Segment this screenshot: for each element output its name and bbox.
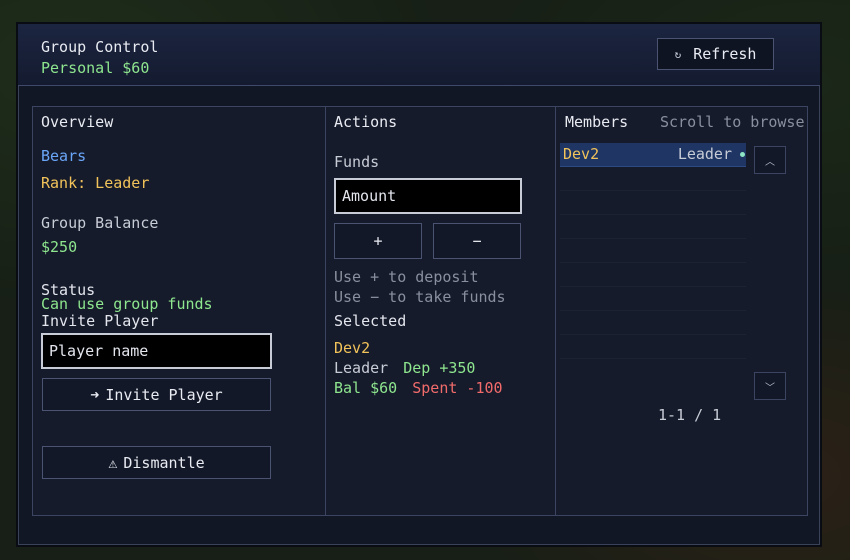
- empty-row: [560, 191, 746, 215]
- group-name: Bears: [41, 147, 87, 165]
- online-indicator-icon: [740, 152, 745, 157]
- empty-row: [560, 263, 746, 287]
- empty-row: [560, 287, 746, 311]
- deposit-button[interactable]: +: [334, 223, 422, 259]
- selected-member-name: Dev2: [334, 339, 371, 357]
- selected-member-spent: Spent -100: [412, 379, 503, 397]
- amount-input[interactable]: Amount: [334, 178, 522, 214]
- group-balance-value: $250: [41, 238, 78, 256]
- minus-icon: −: [472, 232, 482, 250]
- group-rank: Rank: Leader: [41, 174, 150, 192]
- invite-player-button-label: Invite Player: [105, 385, 223, 404]
- refresh-icon: ↻: [674, 47, 682, 61]
- selected-member-deposit: Dep +350: [403, 359, 476, 377]
- hint-deposit: Use + to deposit: [334, 268, 479, 286]
- dismantle-button-label: Dismantle: [123, 453, 205, 472]
- invite-label: Invite Player: [41, 312, 159, 330]
- hint-take: Use − to take funds: [334, 288, 506, 306]
- warning-icon: ⚠: [108, 453, 118, 472]
- selected-label: Selected: [334, 312, 407, 330]
- empty-row: [560, 311, 746, 335]
- dismantle-button[interactable]: ⚠ Dismantle: [42, 446, 271, 479]
- member-role: Leader: [677, 145, 732, 163]
- member-list[interactable]: Dev2 Leader: [560, 143, 746, 375]
- status-value: Can use group funds: [41, 295, 213, 313]
- chevron-down-icon: ﹀: [765, 382, 775, 394]
- selected-member-stats-line2: Bal $60 Spent -100: [334, 379, 503, 397]
- arrow-right-icon: ➜: [90, 385, 100, 404]
- panel-title: Group Control: [41, 38, 159, 56]
- panel-header: Group Control Personal $60 ↻ Refresh: [18, 24, 820, 86]
- overview-column: Overview Bears Rank: Leader Group Balanc…: [33, 107, 326, 515]
- actions-heading: Actions: [334, 113, 398, 131]
- group-control-panel: Group Control Personal $60 ↻ Refresh Ove…: [16, 22, 822, 547]
- selected-member-role: Leader: [334, 359, 389, 377]
- selected-member-balance: Bal $60: [334, 379, 398, 397]
- overview-heading: Overview: [41, 113, 114, 131]
- chevron-up-icon: ︿: [765, 156, 775, 168]
- invite-player-input[interactable]: Player name: [41, 333, 272, 369]
- group-balance-label: Group Balance: [41, 214, 159, 232]
- selected-member-stats-line1: Leader Dep +350: [334, 359, 475, 377]
- member-row[interactable]: Dev2 Leader: [560, 143, 746, 167]
- empty-row: [560, 335, 746, 359]
- withdraw-button[interactable]: −: [433, 223, 521, 259]
- actions-column: Actions Funds Amount + − Use + to deposi…: [326, 107, 556, 515]
- members-column: Members Scroll to browse Dev2 Leader ︿ ﹀…: [556, 107, 807, 515]
- funds-label: Funds: [334, 153, 380, 171]
- refresh-label: Refresh: [693, 45, 757, 63]
- invite-player-button[interactable]: ➜ Invite Player: [42, 378, 271, 411]
- scroll-up-button[interactable]: ︿: [754, 146, 786, 174]
- member-name: Dev2: [563, 145, 600, 163]
- scroll-hint: Scroll to browse: [660, 113, 805, 131]
- plus-icon: +: [373, 232, 383, 250]
- empty-row: [560, 167, 746, 191]
- pagination-text: 1-1 / 1: [658, 406, 722, 424]
- scroll-down-button[interactable]: ﹀: [754, 372, 786, 400]
- empty-row: [560, 239, 746, 263]
- amount-placeholder: Amount: [342, 187, 397, 205]
- personal-balance: Personal $60: [41, 59, 150, 77]
- empty-row: [560, 215, 746, 239]
- invite-player-placeholder: Player name: [49, 342, 149, 360]
- panel-content: Overview Bears Rank: Leader Group Balanc…: [32, 106, 808, 516]
- members-heading: Members: [565, 113, 629, 131]
- refresh-button[interactable]: ↻ Refresh: [657, 38, 774, 70]
